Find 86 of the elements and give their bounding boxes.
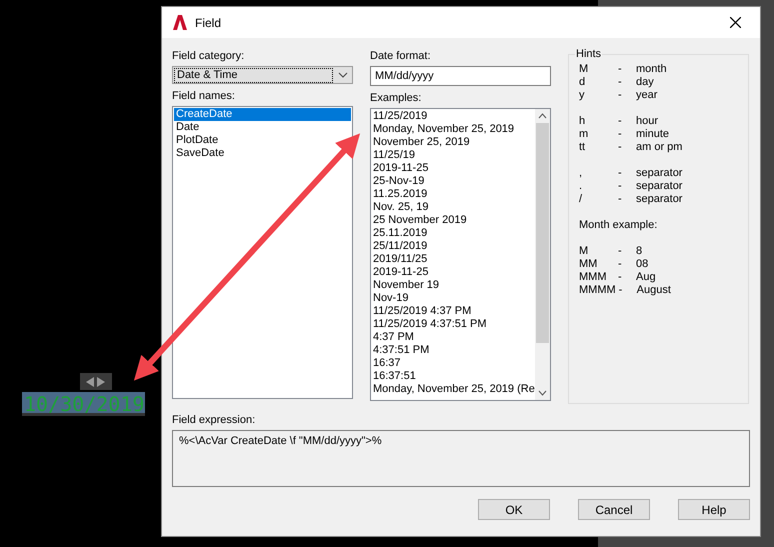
expression-field[interactable]: %<\AcVar CreateDate \f "MM/dd/yyyy">%	[172, 430, 750, 487]
list-item[interactable]: Nov. 25, 19	[373, 201, 533, 214]
field-label: Field names:	[172, 90, 236, 102]
hint-key: m	[579, 128, 618, 141]
list-item[interactable]: PlotDate	[174, 134, 351, 147]
window-title: Field	[195, 16, 222, 30]
hint-meaning: 08	[636, 258, 648, 271]
month-example-label: Month example:	[579, 219, 658, 232]
field-label: Examples:	[370, 92, 422, 104]
list-item[interactable]: 25.11.2019	[373, 227, 533, 240]
hint-dash: -	[618, 180, 623, 193]
list-item[interactable]: Date	[174, 121, 351, 134]
hint-key: ,	[579, 167, 618, 180]
list-item[interactable]: 16:37	[373, 357, 533, 370]
list-item[interactable]: Nov-19	[373, 292, 533, 305]
list-item[interactable]: November 25, 2019	[373, 136, 533, 149]
list-item[interactable]: 2019-11-25	[373, 162, 533, 175]
hint-key: MM	[579, 258, 618, 271]
hint-meaning: am or pm	[636, 141, 682, 154]
hint-dash: -	[618, 89, 623, 102]
category-dropdown[interactable]: Date & Time	[172, 66, 353, 84]
hint-key: MMM	[579, 271, 618, 284]
list-item[interactable]: SaveDate	[174, 147, 351, 160]
list-item[interactable]: November 19	[373, 279, 533, 292]
hint-dash: -	[618, 284, 624, 297]
hint-dash: -	[618, 63, 623, 76]
hint-dash: -	[618, 258, 623, 271]
scroll-thumb[interactable]	[536, 123, 549, 343]
hint-meaning: month	[636, 63, 667, 76]
hint-dash: -	[618, 128, 623, 141]
hint-meaning: year	[636, 89, 658, 102]
scrollbar[interactable]	[535, 109, 550, 400]
dialog-button[interactable]: OK	[478, 499, 550, 520]
date-format-field[interactable]: MM/dd/yyyy	[370, 66, 551, 86]
list-item[interactable]: Monday, November 25, 2019	[373, 123, 533, 136]
chevron-down-icon	[338, 72, 348, 78]
list-item[interactable]: 11.25.2019	[373, 188, 533, 201]
list-item[interactable]: 2019-11-25	[373, 266, 533, 279]
hint-key: M	[579, 63, 618, 76]
list-item[interactable]: 11/25/2019 4:37:51 PM	[373, 318, 533, 331]
list-item[interactable]: 25/11/2019	[373, 240, 533, 253]
list-item[interactable]: 16:37:51	[373, 370, 533, 383]
hint-dash: -	[618, 245, 623, 258]
hint-meaning: August	[636, 284, 671, 297]
hint-key: M	[579, 245, 618, 258]
list-item[interactable]: 4:37:51 PM	[373, 344, 533, 357]
hint-key: y	[579, 89, 618, 102]
nav-arrows-button[interactable]	[80, 373, 112, 390]
hints-title: Hints	[575, 48, 602, 60]
list-item[interactable]: CreateDate	[174, 108, 351, 121]
hint-dash: -	[618, 115, 623, 128]
hint-meaning: Aug	[636, 271, 656, 284]
hint-meaning: 8	[636, 245, 642, 258]
list-item[interactable]: 11/25/19	[373, 149, 533, 162]
hint-key: /	[579, 193, 618, 206]
hint-key: h	[579, 115, 618, 128]
field-label: Field expression:	[172, 414, 256, 426]
list-item[interactable]: 2019/11/25	[373, 253, 533, 266]
hint-dash: -	[618, 76, 623, 89]
field-label: Field category:	[172, 50, 246, 62]
hint-meaning: separator	[636, 180, 682, 193]
hint-dash: -	[618, 141, 623, 154]
dialog-button[interactable]: Cancel	[578, 499, 650, 520]
hint-meaning: separator	[636, 167, 682, 180]
list-item[interactable]: 11/25/2019 4:37 PM	[373, 305, 533, 318]
hint-meaning: minute	[636, 128, 670, 141]
list-item[interactable]: 11/25/2019	[373, 110, 533, 123]
field-label: Date format:	[370, 50, 432, 62]
list-item[interactable]: Monday, November 25, 2019 (Re	[373, 383, 533, 396]
hint-key: d	[579, 76, 618, 89]
hint-key: tt	[579, 141, 618, 154]
left-right-arrows-icon	[85, 376, 107, 386]
hint-dash: -	[618, 271, 623, 284]
hint-meaning: hour	[636, 115, 658, 128]
hint-dash: -	[618, 193, 623, 206]
list-item[interactable]: 4:37 PM	[373, 331, 533, 344]
list-item[interactable]: 25-Nov-19	[373, 175, 533, 188]
app-logo-icon	[172, 15, 187, 30]
hint-key: .	[579, 180, 618, 193]
hint-meaning: separator	[636, 193, 682, 206]
hint-key: MMMM	[579, 284, 619, 297]
hint-meaning: day	[636, 76, 654, 89]
list-item[interactable]: 25 November 2019	[373, 214, 533, 227]
close-icon	[730, 17, 740, 28]
dialog-button[interactable]: Help	[678, 499, 750, 520]
hint-dash: -	[618, 167, 623, 180]
